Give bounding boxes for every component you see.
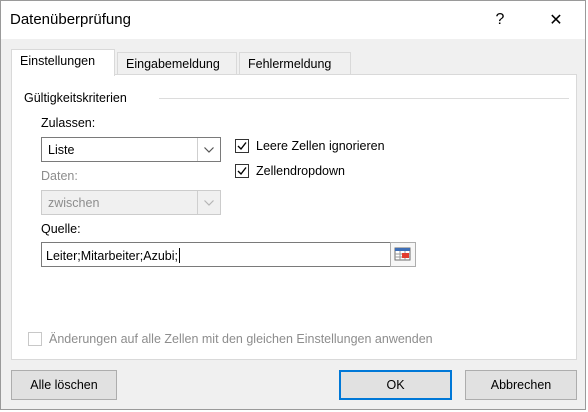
text-cursor <box>179 248 181 263</box>
data-validation-dialog: Datenüberprüfung ? ✕ Einstellungen Einga… <box>0 0 586 410</box>
ignore-blank-label[interactable]: Leere Zellen ignorieren <box>256 139 385 153</box>
allow-label: Zulassen: <box>41 116 96 130</box>
source-value: Leiter;Mitarbeiter;Azubi; <box>46 249 179 263</box>
group-divider <box>159 98 569 99</box>
apply-all-label[interactable]: Änderungen auf alle Zellen mit den gleic… <box>49 332 433 346</box>
data-select[interactable]: zwischen <box>41 190 221 215</box>
chevron-down-icon[interactable] <box>197 138 220 161</box>
range-picker-button[interactable] <box>390 242 416 267</box>
title-bar: Datenüberprüfung ? ✕ <box>1 1 585 39</box>
help-icon: ? <box>495 11 505 28</box>
check-icon <box>237 142 247 151</box>
ignore-blank-checkbox[interactable] <box>235 139 249 153</box>
cancel-button[interactable]: Abbrechen <box>465 370 577 400</box>
chevron-down-icon[interactable] <box>197 191 220 214</box>
clear-all-button[interactable]: Alle löschen <box>11 370 117 400</box>
tab-fehlermeldung[interactable]: Fehlermeldung <box>239 52 351 74</box>
range-select-icon <box>394 247 411 261</box>
close-icon: ✕ <box>549 12 563 29</box>
apply-all-checkbox[interactable] <box>28 332 42 346</box>
help-button[interactable]: ? <box>480 5 520 35</box>
tab-einstellungen[interactable]: Einstellungen <box>11 49 115 76</box>
dropdown-label[interactable]: Zellendropdown <box>256 164 345 178</box>
settings-panel: Gültigkeitskriterien Zulassen: Liste Dat… <box>11 74 577 360</box>
data-select-value: zwischen <box>48 196 100 210</box>
window-title: Datenüberprüfung <box>10 11 131 28</box>
tab-label: Eingabemeldung <box>126 57 220 71</box>
ok-button[interactable]: OK <box>339 370 452 400</box>
source-input[interactable]: Leiter;Mitarbeiter;Azubi; <box>41 242 416 267</box>
tab-label: Fehlermeldung <box>248 57 332 71</box>
data-label: Daten: <box>41 169 78 183</box>
allow-select[interactable]: Liste <box>41 137 221 162</box>
check-icon <box>237 167 247 176</box>
dropdown-checkbox[interactable] <box>235 164 249 178</box>
source-label: Quelle: <box>41 222 81 236</box>
close-button[interactable]: ✕ <box>536 5 576 35</box>
tab-eingabemeldung[interactable]: Eingabemeldung <box>117 52 237 74</box>
allow-select-value: Liste <box>48 143 75 157</box>
group-label-criteria: Gültigkeitskriterien <box>24 91 127 105</box>
tab-label: Einstellungen <box>20 54 96 68</box>
